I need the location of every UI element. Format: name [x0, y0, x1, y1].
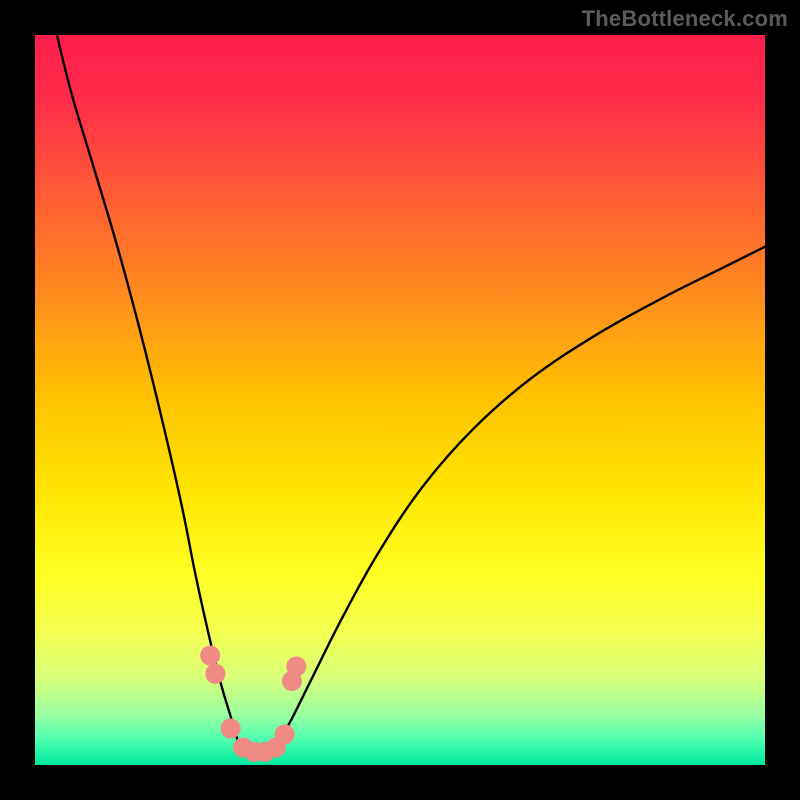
marker-layer [35, 35, 765, 765]
marker-dot [205, 664, 225, 684]
marker-dot [286, 656, 306, 676]
outer-frame: TheBottleneck.com [0, 0, 800, 800]
watermark-text: TheBottleneck.com [582, 6, 788, 32]
plot-area [35, 35, 765, 765]
marker-dot [221, 719, 241, 739]
marker-dot [200, 646, 220, 666]
marker-dot [275, 724, 295, 744]
